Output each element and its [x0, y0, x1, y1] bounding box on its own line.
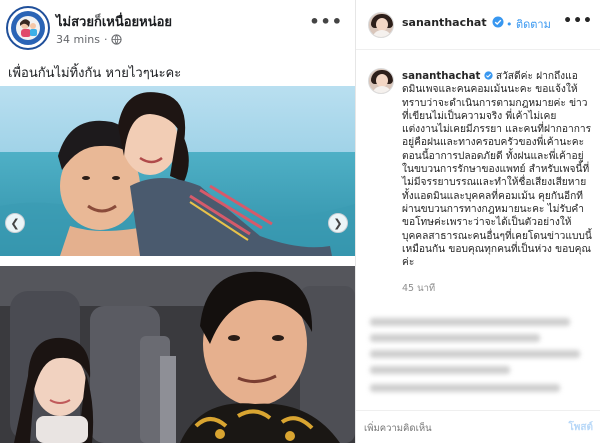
next-photo-button[interactable]: ❯: [328, 213, 348, 233]
verified-badge-icon: [492, 16, 504, 28]
post-photo-sea[interactable]: [0, 86, 355, 256]
post-header: ไม่สวยก็เหนื่อยหน่อย 34 mins · •••: [0, 0, 355, 56]
ig-username[interactable]: sananthachat: [402, 16, 487, 29]
photo-divider: [0, 256, 355, 266]
post-photo-airplane[interactable]: [0, 266, 355, 443]
ig-caption: sananthachat สวัสดีค่ะ ฝากถึงแอดมินเพจแล…: [402, 70, 592, 269]
page-avatar[interactable]: [6, 6, 50, 50]
chevron-right-icon: ❯: [333, 216, 343, 230]
ig-profile-avatar[interactable]: [368, 12, 394, 38]
meta-separator: ·: [103, 32, 108, 46]
post-timestamp[interactable]: 34 mins: [56, 33, 100, 46]
instagram-panel: sananthachat • ติดตาม ••• sananthachat ส…: [355, 0, 600, 443]
ig-header: sananthachat • ติดตาม •••: [356, 0, 600, 50]
follow-button[interactable]: • ติดตาม: [506, 15, 551, 33]
facebook-post: ไม่สวยก็เหนื่อยหน่อย 34 mins · ••• เพื่อ…: [0, 0, 355, 443]
caption-text: สวัสดีค่ะ ฝากถึงแอดมินเพจและคนคอมเม้นนะค…: [402, 71, 592, 269]
post-meta: 34 mins ·: [56, 32, 123, 46]
caption-avatar[interactable]: [368, 68, 394, 94]
globe-icon: [111, 33, 123, 45]
caption-username[interactable]: sananthachat: [402, 71, 480, 82]
post-caption: เพื่อนกันไม่ทิ้งกัน หายไวๆนะคะ: [8, 66, 182, 81]
page-name[interactable]: ไม่สวยก็เหนื่อยหน่อย: [56, 11, 172, 32]
more-options-icon[interactable]: •••: [309, 12, 343, 31]
comment-bar: โพสต์: [356, 410, 600, 443]
comment-input[interactable]: [364, 421, 534, 435]
post-comment-button[interactable]: โพสต์: [568, 420, 593, 435]
verified-badge-small-icon: [483, 71, 493, 80]
chevron-left-icon: ❮: [10, 216, 20, 230]
ig-timestamp[interactable]: 45 นาที: [402, 281, 435, 296]
previous-photo-button[interactable]: ❮: [5, 213, 25, 233]
ig-more-options-icon[interactable]: •••: [563, 13, 593, 29]
